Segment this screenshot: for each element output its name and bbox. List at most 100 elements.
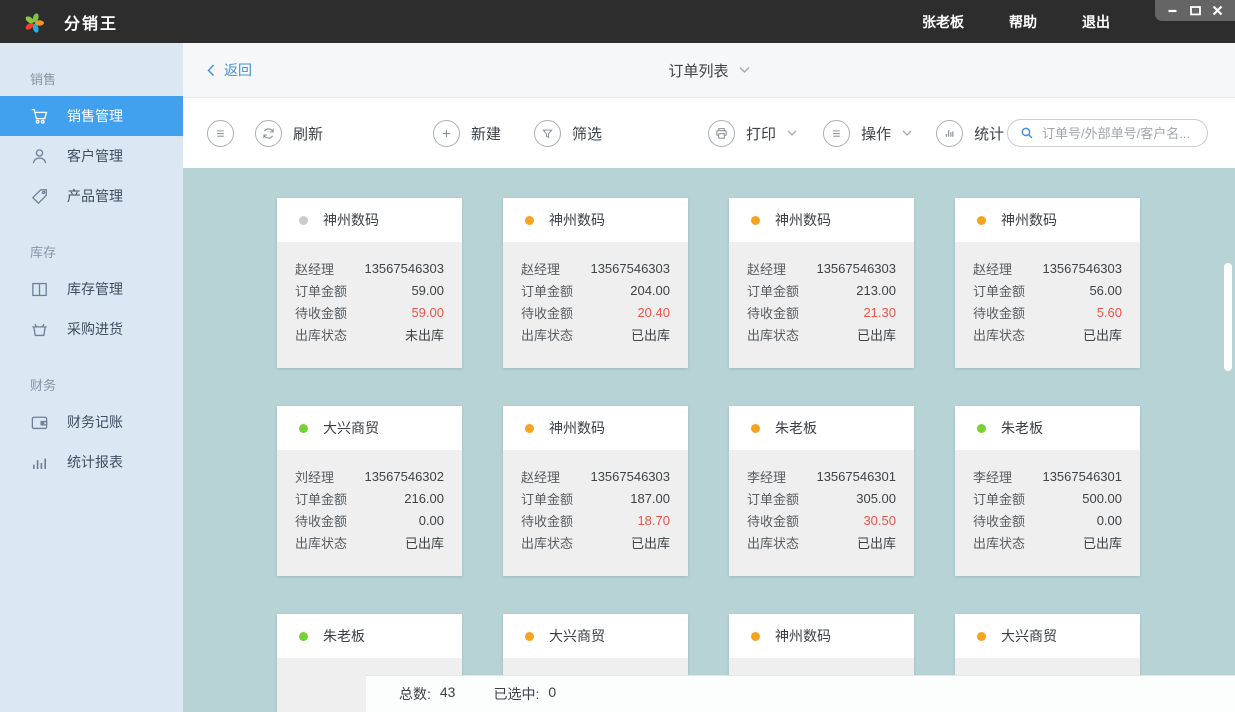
refresh-button[interactable]: 刷新 [255,119,323,147]
order-card-header[interactable]: 神州数码 [277,198,462,242]
order-card[interactable]: 神州数码 赵经理 13567546303 订单金额 56.00 待收金额 5.60 出库状态 已… [955,198,1140,368]
help-menu[interactable]: 帮助 [1009,12,1037,32]
field-label: 订单金额 [973,491,1026,507]
window-controls [1155,0,1235,21]
field-value: 213.00 [856,282,896,298]
sidebar-item-person[interactable]: 客户管理 [0,136,183,176]
order-card-header[interactable]: 朱老板 [955,406,1140,450]
order-card[interactable]: 神州数码 赵经理 13567546303 订单金额 187.00 待收金额 18.70 出库状… [503,406,688,576]
field-label: 待收金额 [521,513,574,529]
search-input[interactable] [1042,125,1195,141]
sidebar-item-cart[interactable]: 销售管理 [0,96,183,136]
order-card[interactable]: 大兴商贸 刘经理 13567546302 订单金额 216.00 待收金额 0.00 出库状态… [277,406,462,576]
field-label: 李经理 [747,469,787,485]
print-button[interactable]: 打印 [708,119,797,147]
customer-name: 朱老板 [323,628,365,644]
field-label: 订单金额 [295,491,348,507]
sidebar-item-book[interactable]: 库存管理 [0,269,183,309]
field-label: 出库状态 [295,535,348,551]
sidebar-nav: 销售 销售管理 客户管理 产品管理 库存 库存管理 采购进货 财务 财务记账 统计报表 [0,43,183,712]
status-dot [525,423,534,433]
field-value: 305.00 [856,490,896,506]
order-card[interactable]: 朱老板 李经理 13567546301 订单金额 305.00 待收金额 30.50 出库状态… [729,406,914,576]
sidebar-item-basket[interactable]: 采购进货 [0,309,183,349]
field-value: 13567546303 [590,260,670,276]
customer-name: 神州数码 [323,212,379,228]
customer-name: 大兴商贸 [1001,628,1057,644]
order-card-body: 赵经理 13567546303 订单金额 213.00 待收金额 21.30 出库状态 已出库 [729,242,914,345]
outbound-status-row: 出库状态 已出库 [295,531,444,553]
field-label: 赵经理 [295,261,335,277]
sidebar-item-wallet[interactable]: 财务记账 [0,402,183,442]
order-card-header[interactable]: 神州数码 [729,614,914,658]
order-card[interactable]: 神州数码 赵经理 13567546303 订单金额 204.00 待收金额 20.40 出库状… [503,198,688,368]
contact-row: 赵经理 13567546303 [521,257,670,279]
order-card[interactable]: 神州数码 赵经理 13567546303 订单金额 213.00 待收金额 21.30 出库状… [729,198,914,368]
filter-button[interactable]: 筛选 [534,119,602,147]
field-value: 13567546301 [816,468,896,484]
window-minimize-button[interactable] [1167,5,1178,16]
search-box[interactable] [1007,119,1208,147]
order-card[interactable]: 神州数码赵经理 13567546303 订单金额 59.00 待收金额 59.00 出库状态… [277,198,462,368]
order-card-body: 赵经理 13567546303 订单金额 56.00 待收金额 5.60 出库状态 已出库 [955,242,1140,345]
field-value: 500.00 [1082,490,1122,506]
window-close-button[interactable] [1212,5,1223,16]
field-label: 赵经理 [521,469,561,485]
logout-menu[interactable]: 退出 [1082,12,1110,32]
list-view-button[interactable] [207,119,234,147]
status-dot [977,631,986,641]
field-value: 5.60 [1096,304,1122,320]
printer-icon [708,119,736,147]
selected-count: 已选中: 0 [493,684,557,702]
stats-button[interactable]: 统计 [936,119,1004,147]
order-card-body [503,658,688,673]
contact-row: 李经理 13567546301 [747,465,896,487]
customer-name: 神州数码 [549,420,605,436]
customer-name: 神州数码 [775,628,831,644]
field-value: 13567546303 [1042,260,1122,276]
order-card-header[interactable]: 神州数码 [503,198,688,242]
order-card-header[interactable]: 大兴商贸 [503,614,688,658]
order-card-body: 赵经理 13567546303 订单金额 59.00 待收金额 59.00 出库状态 未出库 [277,242,462,345]
field-value: 20.40 [637,304,670,320]
title-chevron-down-icon[interactable] [739,66,750,74]
field-label: 赵经理 [521,261,561,277]
field-label: 待收金额 [747,513,800,529]
new-button[interactable]: 新建 [433,119,501,147]
field-value: 已出库 [1082,535,1122,551]
sidebar-item-barchart[interactable]: 统计报表 [0,442,183,482]
field-value: 0.00 [418,512,444,528]
user-menu[interactable]: 张老板 [922,12,964,32]
order-amount-row: 订单金额 213.00 [747,279,896,301]
order-card-header[interactable]: 神州数码 [503,406,688,450]
field-value: 未出库 [404,327,444,343]
search-icon [1020,126,1034,140]
window-maximize-button[interactable] [1189,5,1201,16]
customer-name: 大兴商贸 [549,628,605,644]
order-card-header[interactable]: 神州数码 [729,198,914,242]
status-dot [751,631,760,641]
field-label: 出库状态 [973,327,1026,343]
barchart-icon [936,119,964,147]
order-card-header[interactable]: 大兴商贸 [955,614,1140,658]
field-value: 56.00 [1089,282,1122,298]
order-card-header[interactable]: 大兴商贸 [277,406,462,450]
field-label: 出库状态 [521,327,574,343]
funnel-icon [534,119,562,147]
order-card-header[interactable]: 神州数码 [955,198,1140,242]
order-card-body: 刘经理 13567546302 订单金额 216.00 待收金额 0.00 出库状态 已出库 [277,450,462,553]
field-value: 13567546302 [364,468,444,484]
order-card-header[interactable]: 朱老板 [729,406,914,450]
sidebar-item-tag[interactable]: 产品管理 [0,176,183,216]
actions-button[interactable]: 操作 [823,119,912,147]
order-card[interactable]: 朱老板 李经理 13567546301 订单金额 500.00 待收金额 0.00 出库状态 已… [955,406,1140,576]
field-value: 216.00 [404,490,444,506]
field-label: 赵经理 [747,261,787,277]
scrollbar-thumb[interactable] [1224,263,1232,371]
field-value: 30.50 [863,512,896,528]
order-amount-row: 订单金额 187.00 [521,487,670,509]
back-button[interactable]: 返回 [207,60,252,80]
statusbar: 总数: 43 已选中: 0 [366,675,1235,712]
order-card-header[interactable]: 朱老板 [277,614,462,658]
app-title: 分销王 [64,15,119,33]
